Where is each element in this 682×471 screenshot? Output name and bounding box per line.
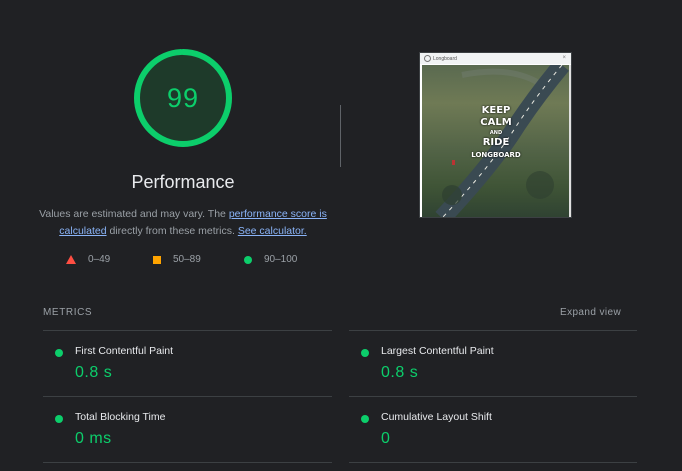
triangle-icon bbox=[66, 255, 76, 264]
screenshot-tab-title: Longboard bbox=[433, 55, 457, 62]
metric-name: Total Blocking Time bbox=[75, 411, 166, 423]
metric-value: 0.8 s bbox=[75, 364, 113, 381]
calculator-link[interactable]: See calculator. bbox=[238, 225, 307, 237]
score-description: Values are estimated and may vary. The p… bbox=[38, 206, 328, 240]
metric-name: Largest Contentful Paint bbox=[381, 345, 494, 357]
poster-line-keep: KEEP bbox=[481, 105, 511, 116]
performance-score-gauge: 99 bbox=[131, 46, 235, 150]
tab-icon bbox=[424, 55, 431, 62]
screenshot-tab-bar: Longboard × bbox=[420, 53, 571, 64]
square-icon bbox=[153, 255, 161, 264]
metric-value: 0 bbox=[381, 430, 391, 447]
legend-label: 50–89 bbox=[173, 254, 201, 265]
metrics-divider bbox=[349, 396, 637, 397]
description-text: Values are estimated and may vary. The bbox=[39, 208, 229, 220]
poster-line-and: AND bbox=[489, 130, 503, 136]
metrics-divider bbox=[43, 396, 332, 397]
close-icon: × bbox=[562, 55, 566, 61]
legend-average: 50–89 bbox=[153, 254, 201, 265]
screenshot-scrollbar bbox=[569, 65, 571, 217]
legend-pass: 90–100 bbox=[244, 254, 297, 265]
circle-icon bbox=[361, 415, 369, 423]
circle-icon bbox=[55, 415, 63, 423]
description-text-2: directly from these metrics. bbox=[106, 225, 238, 237]
metrics-divider bbox=[43, 330, 332, 331]
circle-icon bbox=[55, 349, 63, 357]
poster-line-calm: CALM bbox=[480, 117, 512, 128]
metrics-divider bbox=[349, 330, 637, 331]
circle-icon bbox=[244, 255, 252, 264]
poster-text: KEEP CALM AND RIDE LONGBOARD bbox=[422, 105, 570, 161]
score-legend: 0–49 50–89 90–100 bbox=[66, 254, 316, 268]
expand-view-button[interactable]: Expand view bbox=[560, 307, 621, 318]
metrics-divider bbox=[349, 462, 637, 463]
poster-line-ride: RIDE bbox=[482, 137, 510, 148]
metric-value: 0.8 s bbox=[381, 364, 419, 381]
vertical-divider bbox=[340, 105, 341, 167]
metric-value: 0 ms bbox=[75, 430, 112, 447]
legend-label: 0–49 bbox=[88, 254, 111, 265]
score-value: 99 bbox=[166, 82, 200, 113]
poster-line-longboard: LONGBOARD bbox=[471, 151, 521, 159]
metrics-divider bbox=[43, 462, 332, 463]
metric-name: Cumulative Layout Shift bbox=[381, 411, 492, 423]
final-screenshot[interactable]: Longboard × KEEP CALM AND RIDE LONGBOARD bbox=[419, 52, 572, 218]
legend-label: 90–100 bbox=[264, 254, 298, 265]
metric-name: First Contentful Paint bbox=[75, 345, 174, 357]
circle-icon bbox=[361, 349, 369, 357]
screenshot-landscape-image: KEEP CALM AND RIDE LONGBOARD bbox=[422, 65, 570, 217]
category-title: Performance bbox=[131, 172, 235, 192]
metrics-section-label: METRICS bbox=[43, 307, 93, 318]
legend-fail: 0–49 bbox=[66, 254, 110, 265]
